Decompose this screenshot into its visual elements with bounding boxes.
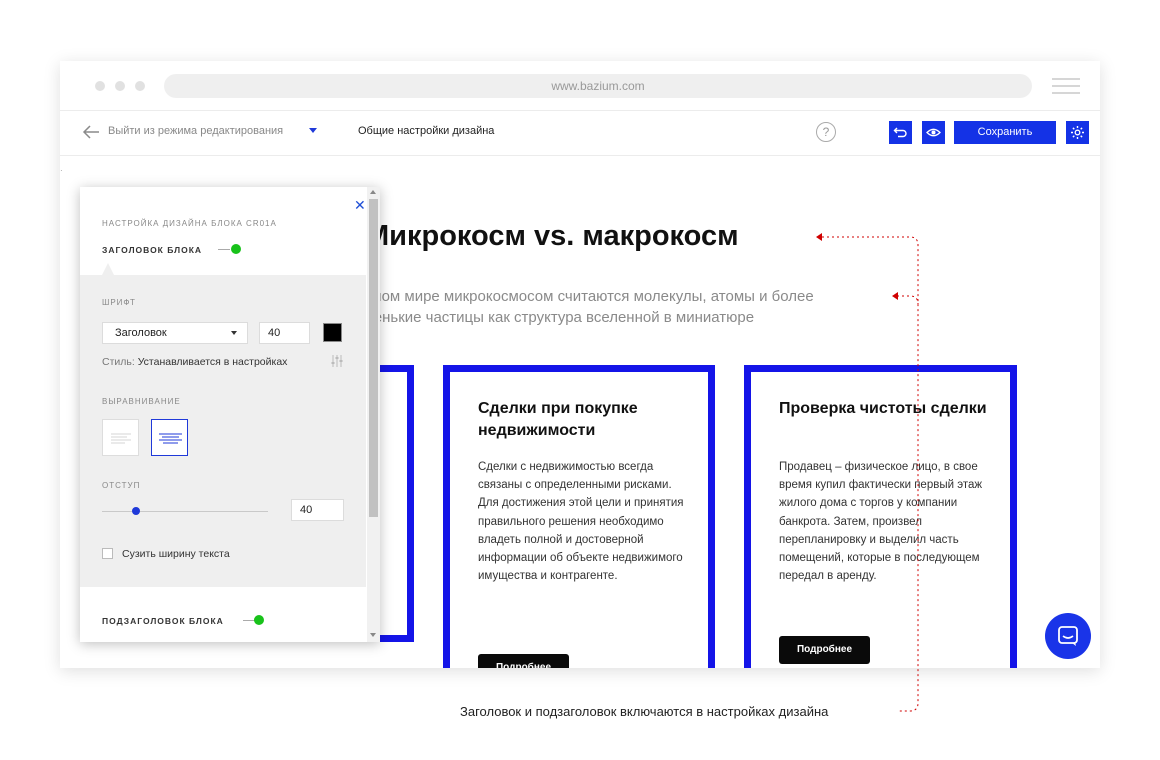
subheading-line: нном мире микрокосмосом считаются молеку… [365,288,814,305]
style-value: Устанавливается в настройках [137,356,288,368]
chat-button[interactable] [1045,613,1091,659]
sliders-icon[interactable] [330,354,344,368]
browser-toolbar: www.bazium.com [60,61,1100,111]
menu-icon[interactable] [1052,78,1080,94]
align-center-icon [159,433,182,444]
panel-scrollbar[interactable] [367,187,380,642]
browser-window: www.bazium.com Выйти из режима редактиро… [60,61,1100,668]
editor-toolbar: Выйти из режима редактирования Общие нас… [60,112,1100,156]
eye-icon [926,128,941,137]
preview-button[interactable] [922,121,945,144]
close-icon[interactable]: ✕ [354,198,366,212]
annotation-note: Заголовок и подзаголовок включаются в на… [460,704,829,719]
panel-notch [102,263,114,275]
chevron-down-icon [231,331,237,335]
card-more-button[interactable]: Подробнее [779,636,870,664]
toggle-track [218,249,230,250]
window-dot [115,81,125,91]
window-dot [95,81,105,91]
subheading-toggle[interactable] [254,615,264,625]
undo-button[interactable] [889,121,912,144]
chat-icon [1058,626,1078,646]
align-center-button[interactable] [151,419,188,456]
help-icon[interactable]: ? [816,122,836,142]
subheading-line: ленькие частицы как структура вселенной … [365,309,755,326]
style-prefix: Стиль: [102,356,135,368]
address-bar[interactable]: www.bazium.com [164,74,1032,98]
alignment-label: Выравнивание [102,397,181,406]
window-dot [135,81,145,91]
block-subheading[interactable]: нном мире микрокосмосом считаются молеку… [365,286,885,328]
indent-input[interactable]: 40 [291,499,344,521]
caret-down-icon[interactable] [309,128,317,133]
font-size-input[interactable]: 40 [259,322,310,344]
font-color-swatch[interactable] [323,323,342,342]
indent-slider-track[interactable] [102,511,268,512]
font-select[interactable]: Заголовок [102,322,248,344]
align-left-icon [111,433,131,444]
block-design-panel: Настройка дизайна блока CR01A ✕ Заголово… [80,187,380,642]
font-select-value: Заголовок [115,327,167,339]
gear-icon [1071,126,1084,139]
card-text: Продавец – физическое лицо, в свое время… [779,461,983,583]
scroll-thumb[interactable] [369,199,378,517]
panel-title: Настройка дизайна блока CR01A [102,219,277,228]
back-arrow-icon[interactable] [82,122,100,142]
block-heading[interactable]: Микрокосм vs. макрокосм [365,220,739,253]
scroll-up-icon[interactable] [370,190,376,194]
heading-section-title: Заголовок блока [102,245,203,255]
general-design-settings-link[interactable]: Общие настройки дизайна [358,125,494,137]
panel-header: Настройка дизайна блока CR01A ✕ Заголово… [80,187,366,275]
panel-body: Шрифт Заголовок 40 Стиль: Устанавливаетс… [80,275,366,587]
exit-edit-mode-link[interactable]: Выйти из режима редактирования [108,125,283,137]
card: Проверка чистоты сделки Продавец – физич… [744,365,1017,668]
undo-icon [893,127,907,138]
page-edge-mark: · [60,166,63,175]
scroll-down-icon[interactable] [370,633,376,637]
narrow-text-label: Сузить ширину текста [122,548,230,560]
subheading-section-title: Подзаголовок блока [102,616,224,626]
card-more-button[interactable]: Подробнее [478,654,569,668]
settings-button[interactable] [1066,121,1089,144]
heading-toggle[interactable] [231,244,241,254]
card-text: Сделки с недвижимостью всегда связаны с … [478,461,684,583]
style-line: Стиль: Устанавливается в настройках [102,356,287,368]
align-left-button[interactable] [102,419,139,456]
card-title: Проверка чистоты сделки [779,400,987,417]
narrow-text-checkbox[interactable] [102,548,113,559]
font-label: Шрифт [102,298,136,307]
card-title: Сделки при покупке недвижимости [478,400,638,439]
indent-label: Отступ [102,481,141,490]
panel-footer: Подзаголовок блока [80,587,366,642]
card: Сделки при покупке недвижимости Сделки с… [443,365,715,668]
indent-slider-knob[interactable] [132,507,140,515]
save-button[interactable]: Сохранить [954,121,1056,144]
